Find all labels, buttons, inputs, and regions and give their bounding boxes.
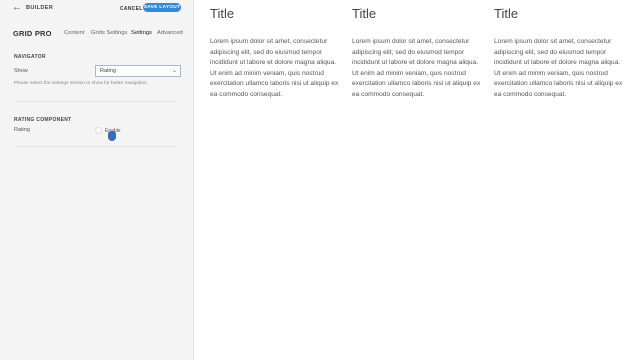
divider bbox=[14, 101, 177, 102]
arrow-left-icon[interactable]: ← bbox=[12, 3, 22, 13]
divider bbox=[14, 146, 177, 147]
chevron-down-icon: ⌄ bbox=[171, 68, 177, 74]
column-body: Lorem ipsum dolor sit amet, consectetur … bbox=[494, 38, 623, 98]
navigator-heading: NAVIGATOR bbox=[14, 54, 46, 60]
column-title: Title bbox=[494, 6, 519, 21]
tab-content[interactable]: Content bbox=[64, 30, 84, 36]
tab-advanced[interactable]: Advanced bbox=[157, 30, 183, 36]
builder-label: BUILDER bbox=[26, 5, 54, 11]
panel-title: GRID PRO bbox=[13, 29, 52, 38]
settings-sidebar: ← BUILDER CANCEL SAVE LAYOUT GRID PRO Co… bbox=[0, 0, 194, 360]
content-column: Title Lorem ipsum dolor sit amet, consec… bbox=[494, 6, 624, 100]
save-layout-button[interactable]: SAVE LAYOUT bbox=[143, 3, 181, 12]
navigator-select-value: Rating bbox=[100, 68, 116, 74]
content-column: Title Lorem ipsum dolor sit amet, consec… bbox=[210, 6, 340, 100]
column-body: Lorem ipsum dolor sit amet, consectetur … bbox=[352, 38, 481, 98]
column-title: Title bbox=[210, 6, 235, 21]
show-label: Show bbox=[14, 68, 28, 74]
tab-settings[interactable]: Settings bbox=[131, 30, 152, 36]
enable-toggle[interactable] bbox=[95, 127, 102, 134]
sidebar-topbar: ← BUILDER CANCEL SAVE LAYOUT bbox=[0, 0, 194, 17]
rating-label: Rating bbox=[14, 127, 30, 133]
navigator-help-text: Please select the settings section to sh… bbox=[14, 81, 148, 86]
cancel-button[interactable]: CANCEL bbox=[120, 6, 143, 12]
column-body: Lorem ipsum dolor sit amet, consectetur … bbox=[210, 38, 339, 98]
preview-canvas: Title Lorem ipsum dolor sit amet, consec… bbox=[195, 0, 640, 360]
content-column: Title Lorem ipsum dolor sit amet, consec… bbox=[352, 6, 482, 100]
tab-grids-settings[interactable]: Grids Settings bbox=[91, 30, 127, 36]
rating-component-heading: RATING COMPONENT bbox=[14, 117, 72, 123]
column-title: Title bbox=[352, 6, 377, 21]
navigator-select[interactable]: Rating ⌄ bbox=[95, 65, 181, 77]
mouse-cursor-icon bbox=[108, 131, 116, 141]
